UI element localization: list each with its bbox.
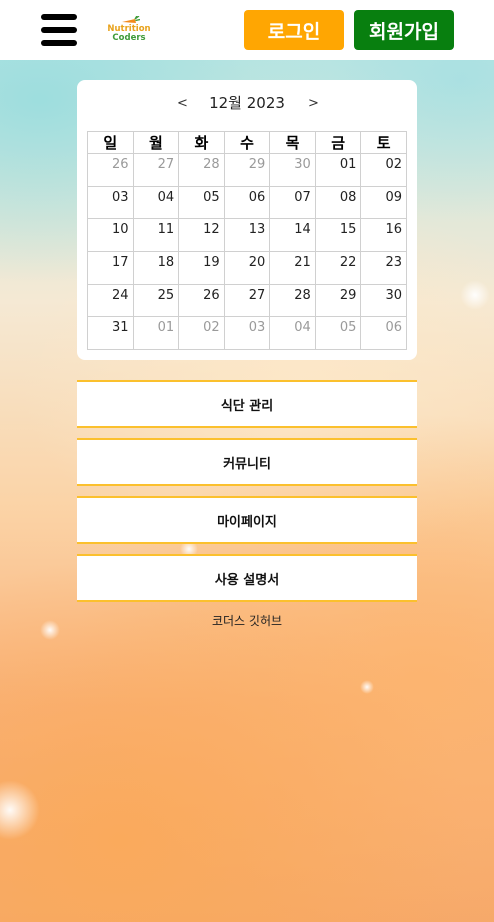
calendar-day-cell[interactable]: 03 [223,316,271,351]
calendar-day-cell[interactable]: 27 [223,283,271,318]
menu-diet-management-button[interactable]: 식단 관리 [77,380,417,428]
calendar-day-cell[interactable]: 03 [87,185,134,220]
calendar-day-cell[interactable]: 04 [132,185,180,220]
calendar-header: < 12월 2023 > [77,92,417,116]
next-month-button[interactable]: > [308,96,319,111]
weekday-mon: 월 [132,131,180,154]
calendar-day-cell[interactable]: 25 [132,283,180,318]
github-link[interactable]: 코더스 깃허브 [77,612,417,629]
signup-button[interactable]: 회원가입 [354,10,454,50]
menu-user-guide-button[interactable]: 사용 설명서 [77,554,417,602]
weekday-sun: 일 [87,131,134,154]
calendar-day-cell[interactable]: 23 [360,251,407,285]
calendar-day-cell[interactable]: 01 [314,153,362,187]
calendar-day-cell[interactable]: 14 [269,218,316,253]
calendar-grid: 일 월 화 수 목 금 토 26 27 28 29 30 01 02 03 04 [87,131,407,351]
weekday-header-row: 일 월 화 수 목 금 토 [87,131,407,154]
calendar-day-cell[interactable]: 15 [314,218,362,253]
weekday-fri: 금 [314,131,362,154]
calendar-day-cell[interactable]: 12 [178,218,225,253]
calendar-day-cell[interactable]: 05 [178,185,225,220]
calendar-day-cell[interactable]: 31 [87,316,134,351]
calendar-day-cell[interactable]: 02 [360,153,407,187]
calendar-day-cell[interactable]: 07 [269,185,316,220]
calendar-day-cell[interactable]: 29 [223,153,271,187]
calendar-day-cell[interactable]: 30 [360,283,407,318]
calendar-week-row: 24 25 26 27 28 29 30 [87,283,407,318]
weekday-wed: 수 [223,131,271,154]
calendar-day-cell[interactable]: 30 [269,153,316,187]
calendar-day-cell[interactable]: 28 [178,153,225,187]
hamburger-menu-icon[interactable] [41,14,77,46]
calendar-day-cell[interactable]: 27 [132,153,180,187]
calendar-day-cell[interactable]: 18 [132,251,180,285]
menu-mypage-button[interactable]: 마이페이지 [77,496,417,544]
nutrition-coders-logo[interactable]: Nutrition Coders [100,16,160,48]
top-header: Nutrition Coders 로그인 회원가입 [0,0,494,60]
calendar-day-cell[interactable]: 13 [223,218,271,253]
calendar-day-cell[interactable]: 24 [87,283,134,318]
calendar-week-row: 10 11 12 13 14 15 16 [87,218,407,253]
calendar-day-cell[interactable]: 19 [178,251,225,285]
logo-line-2: Coders [112,33,146,43]
calendar-day-cell[interactable]: 09 [360,185,407,220]
calendar-day-cell[interactable]: 16 [360,218,407,253]
calendar-week-row: 03 04 05 06 07 08 09 [87,185,407,220]
calendar-day-cell[interactable]: 06 [223,185,271,220]
calendar-day-cell[interactable]: 17 [87,251,134,285]
calendar-day-cell[interactable]: 11 [132,218,180,253]
calendar-day-cell[interactable]: 02 [178,316,225,351]
calendar-day-cell[interactable]: 06 [360,316,407,351]
calendar-day-cell[interactable]: 21 [269,251,316,285]
calendar-day-cell[interactable]: 22 [314,251,362,285]
calendar-day-cell[interactable]: 10 [87,218,134,253]
menu-community-button[interactable]: 커뮤니티 [77,438,417,486]
weekday-sat: 토 [360,131,407,154]
calendar-card: < 12월 2023 > 일 월 화 수 목 금 토 26 27 28 29 3… [77,80,417,360]
calendar-day-cell[interactable]: 28 [269,283,316,318]
calendar-week-row: 31 01 02 03 04 05 06 [87,316,407,351]
calendar-day-cell[interactable]: 26 [178,283,225,318]
calendar-week-row: 26 27 28 29 30 01 02 [87,153,407,187]
weekday-tue: 화 [178,131,225,154]
calendar-day-cell[interactable]: 08 [314,185,362,220]
calendar-week-row: 17 18 19 20 21 22 23 [87,251,407,285]
calendar-day-cell[interactable]: 29 [314,283,362,318]
main-menu: 식단 관리 커뮤니티 마이페이지 사용 설명서 [77,380,417,612]
weekday-thu: 목 [269,131,316,154]
calendar-day-cell[interactable]: 04 [269,316,316,351]
calendar-day-cell[interactable]: 20 [223,251,271,285]
calendar-day-cell[interactable]: 01 [132,316,180,351]
login-button[interactable]: 로그인 [244,10,344,50]
calendar-day-cell[interactable]: 05 [314,316,362,351]
calendar-month-title: 12월 2023 [209,94,285,112]
calendar-day-cell[interactable]: 26 [87,153,134,187]
logo-text: Nutrition Coders [100,25,158,43]
